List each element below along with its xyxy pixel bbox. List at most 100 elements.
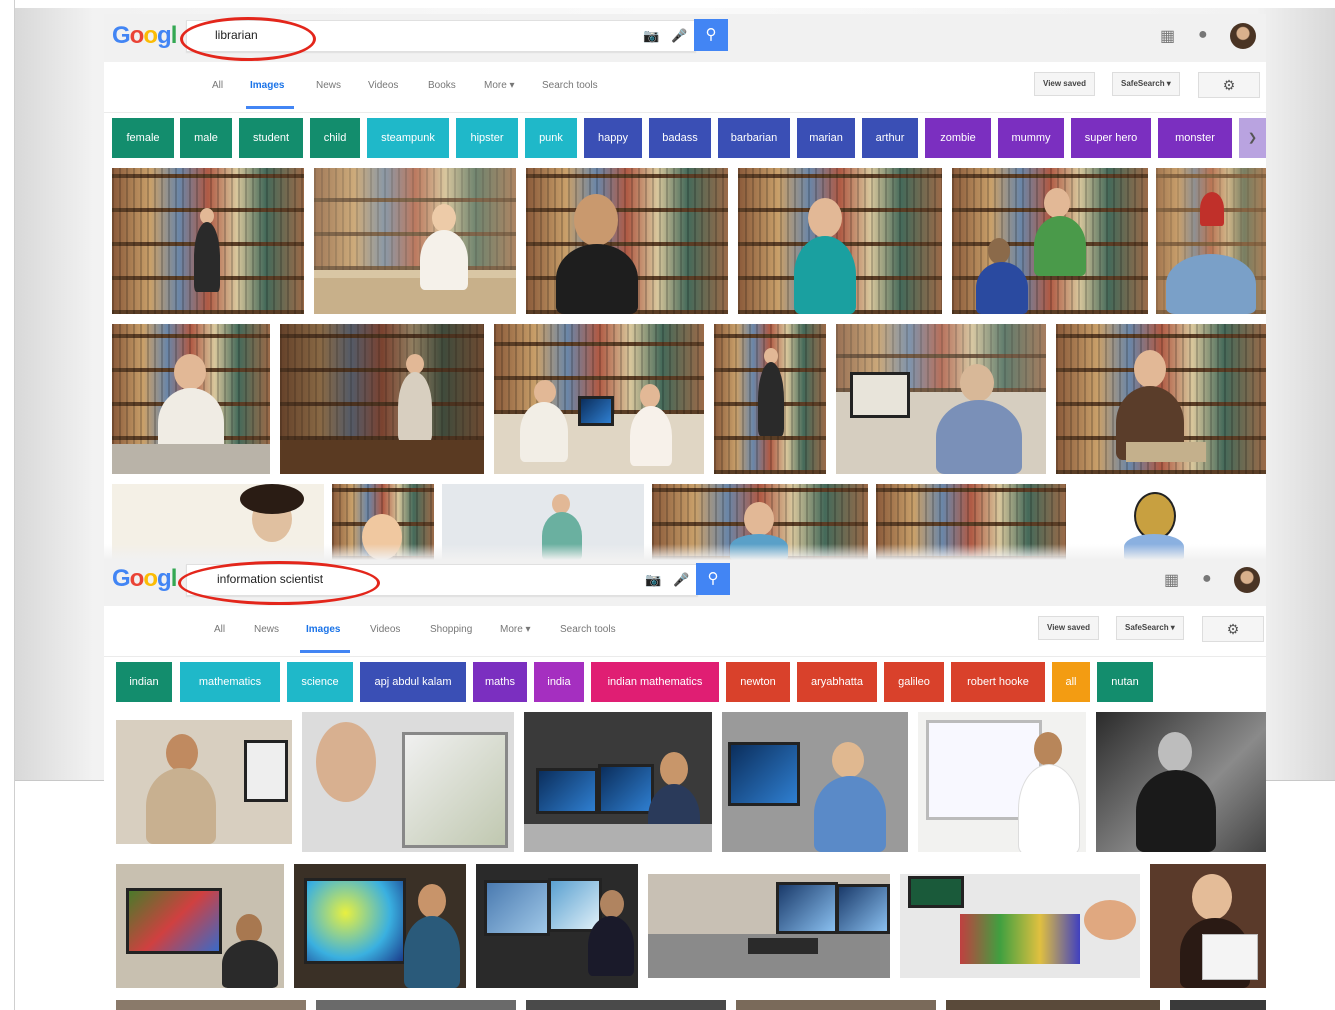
notifications-icon[interactable]: ● — [1202, 570, 1212, 588]
chip[interactable]: hipster — [456, 118, 518, 158]
chip[interactable]: zombie — [925, 118, 991, 158]
chip[interactable]: happy — [584, 118, 642, 158]
chip[interactable]: robert hooke — [951, 662, 1045, 702]
tab-images[interactable]: Images — [250, 80, 284, 91]
tab-images[interactable]: Images — [306, 624, 340, 635]
image-result[interactable] — [900, 874, 1140, 978]
image-result[interactable] — [722, 712, 908, 852]
chip[interactable]: all — [1052, 662, 1090, 702]
image-result[interactable] — [116, 720, 292, 844]
chip[interactable]: mummy — [998, 118, 1064, 158]
image-result[interactable] — [302, 712, 514, 852]
chip[interactable]: science — [287, 662, 353, 702]
search-header: Googl librarian 📷 🎤 ⚲ ▦ ● — [104, 14, 1266, 63]
image-result[interactable] — [524, 712, 712, 852]
safesearch-button[interactable]: SafeSearch ▾ — [1112, 72, 1180, 96]
image-result[interactable] — [946, 1000, 1160, 1010]
chip[interactable]: female — [112, 118, 174, 158]
image-result[interactable] — [476, 864, 638, 988]
tab-search-tools[interactable]: Search tools — [560, 624, 616, 635]
image-result[interactable] — [294, 864, 466, 988]
tab-videos[interactable]: Videos — [368, 80, 398, 91]
chip[interactable]: child — [310, 118, 360, 158]
chip[interactable]: arthur — [862, 118, 918, 158]
image-result[interactable] — [1056, 324, 1266, 474]
avatar[interactable] — [1234, 567, 1260, 593]
image-result[interactable] — [494, 324, 704, 474]
tab-news[interactable]: News — [316, 80, 341, 91]
search-results-panel-librarian: Googl librarian 📷 🎤 ⚲ ▦ ● All Images New… — [104, 14, 1266, 560]
chip[interactable]: newton — [726, 662, 790, 702]
chip[interactable]: male — [180, 118, 232, 158]
apps-grid-icon[interactable]: ▦ — [1164, 570, 1179, 590]
chip[interactable]: steampunk — [367, 118, 449, 158]
chip[interactable]: student — [239, 118, 303, 158]
chips-scroll-right-button[interactable]: ❯ — [1239, 118, 1266, 158]
microphone-icon[interactable]: 🎤 — [671, 28, 687, 44]
tab-all[interactable]: All — [212, 80, 223, 91]
active-tab-underline — [300, 650, 350, 653]
image-result[interactable] — [952, 168, 1148, 314]
image-result[interactable] — [112, 168, 304, 314]
avatar[interactable] — [1230, 23, 1256, 49]
results-nav-bar: All Images News Videos Books More ▾ Sear… — [104, 62, 1266, 113]
chip[interactable]: punk — [525, 118, 577, 158]
chip[interactable]: badass — [649, 118, 711, 158]
tab-news[interactable]: News — [254, 624, 279, 635]
image-result[interactable] — [1156, 168, 1266, 314]
image-result[interactable] — [648, 874, 890, 978]
image-result[interactable] — [1150, 864, 1266, 988]
image-result[interactable] — [1170, 1000, 1266, 1010]
chip[interactable]: india — [534, 662, 584, 702]
image-result[interactable] — [526, 168, 728, 314]
chip[interactable]: nutan — [1097, 662, 1153, 702]
safesearch-button[interactable]: SafeSearch ▾ — [1116, 616, 1184, 640]
image-result[interactable] — [316, 1000, 516, 1010]
results-nav-bar: All News Images Videos Shopping More ▾ S… — [104, 606, 1266, 657]
chip[interactable]: monster — [1158, 118, 1232, 158]
image-result[interactable] — [116, 1000, 306, 1010]
camera-icon[interactable]: 📷 — [645, 572, 661, 588]
notifications-icon[interactable]: ● — [1198, 26, 1208, 44]
microphone-icon[interactable]: 🎤 — [673, 572, 689, 588]
chip[interactable]: marian — [797, 118, 855, 158]
chip[interactable]: galileo — [884, 662, 944, 702]
chip[interactable]: apj abdul kalam — [360, 662, 466, 702]
search-icon: ⚲ — [705, 26, 717, 43]
tab-all[interactable]: All — [214, 624, 225, 635]
search-button[interactable]: ⚲ — [694, 19, 728, 51]
image-result[interactable] — [116, 864, 284, 988]
chip[interactable]: barbarian — [718, 118, 790, 158]
chip[interactable]: aryabhatta — [797, 662, 877, 702]
apps-grid-icon[interactable]: ▦ — [1160, 26, 1175, 46]
image-result[interactable] — [280, 324, 484, 474]
tab-books[interactable]: Books — [428, 80, 456, 91]
search-button[interactable]: ⚲ — [696, 563, 730, 595]
view-saved-button[interactable]: View saved — [1034, 72, 1095, 96]
image-result[interactable] — [1096, 712, 1266, 852]
gear-icon[interactable]: ⚙ — [1198, 72, 1260, 98]
image-result[interactable] — [112, 324, 270, 474]
chip[interactable]: indian mathematics — [591, 662, 719, 702]
chip[interactable]: super hero — [1071, 118, 1151, 158]
search-header: Googl information scientist 📷 🎤 ⚲ ▦ ● — [104, 560, 1266, 607]
image-result[interactable] — [836, 324, 1046, 474]
tab-videos[interactable]: Videos — [370, 624, 400, 635]
image-result[interactable] — [526, 1000, 726, 1010]
camera-icon[interactable]: 📷 — [643, 28, 659, 44]
image-result[interactable] — [314, 168, 516, 314]
search-icon: ⚲ — [707, 570, 719, 587]
image-result[interactable] — [736, 1000, 936, 1010]
tab-more[interactable]: More ▾ — [484, 80, 515, 91]
chip[interactable]: mathematics — [180, 662, 280, 702]
image-result[interactable] — [738, 168, 942, 314]
view-saved-button[interactable]: View saved — [1038, 616, 1099, 640]
image-result[interactable] — [918, 712, 1086, 852]
tab-more[interactable]: More ▾ — [500, 624, 531, 635]
tab-search-tools[interactable]: Search tools — [542, 80, 598, 91]
image-result[interactable] — [714, 324, 826, 474]
chip[interactable]: indian — [116, 662, 172, 702]
gear-icon[interactable]: ⚙ — [1202, 616, 1264, 642]
chip[interactable]: maths — [473, 662, 527, 702]
tab-shopping[interactable]: Shopping — [430, 624, 472, 635]
